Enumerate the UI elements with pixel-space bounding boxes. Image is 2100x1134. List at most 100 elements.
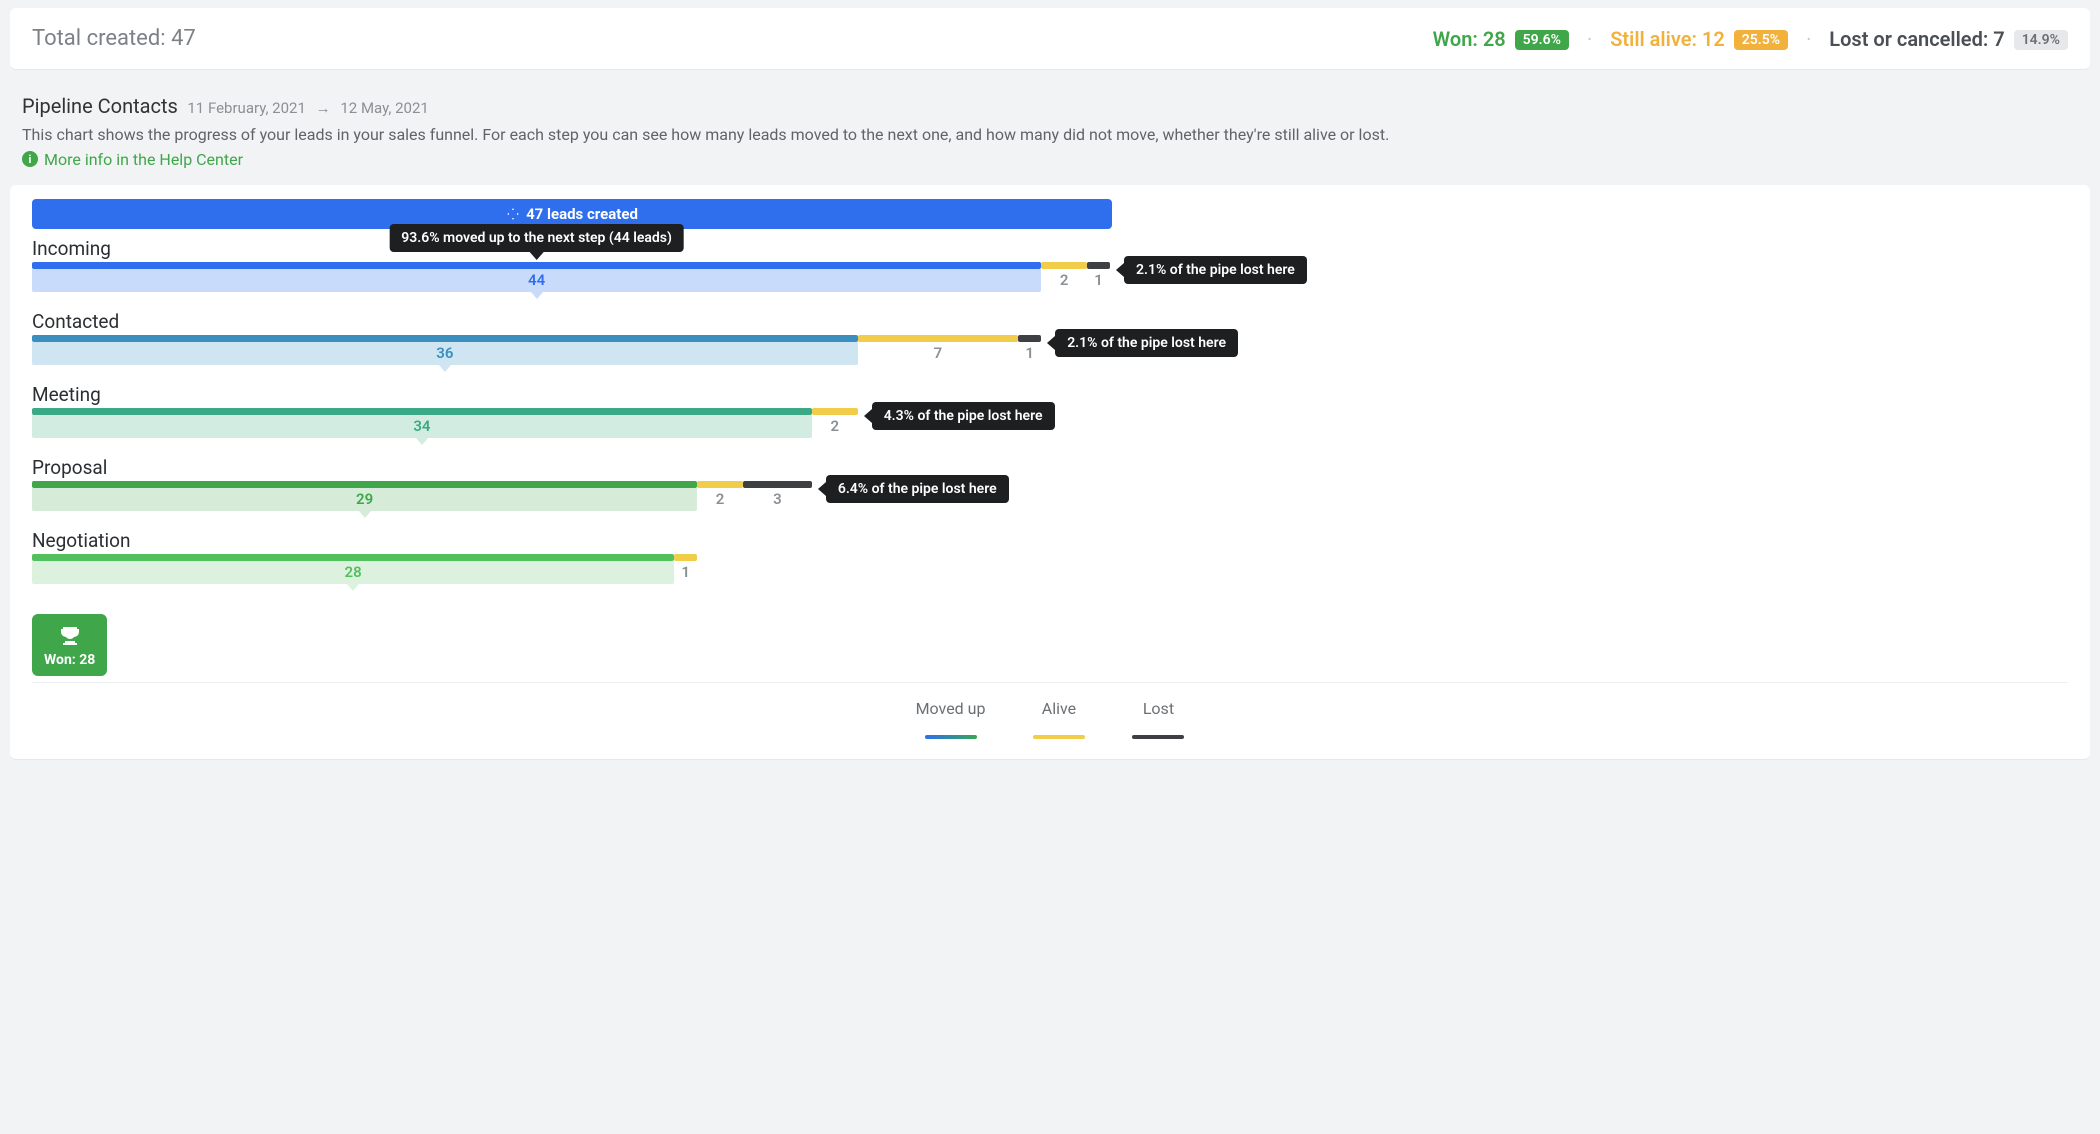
stage-bars: 442193.6% moved up to the next step (44 …: [32, 262, 1112, 302]
bar-alive-top[interactable]: [1041, 262, 1087, 269]
chart-header: Pipeline Contacts 11 February, 2021 → 12…: [0, 78, 2100, 177]
summary-won: Won: 28 59.6%: [1433, 27, 1569, 51]
bar-moved-value: 44: [528, 271, 545, 289]
bar-lost-value: 1: [1025, 344, 1034, 362]
bar-lost[interactable]: 1: [1018, 342, 1041, 365]
info-icon: i: [22, 151, 38, 167]
lost-label: Lost or cancelled:: [1829, 27, 1988, 51]
separator-dot: ·: [1806, 27, 1811, 51]
bar-lost-top[interactable]: [1018, 335, 1041, 342]
alive-label: Still alive:: [1610, 27, 1697, 51]
separator-dot: ·: [1587, 27, 1592, 51]
summary-lost: Lost or cancelled: 7 14.9%: [1829, 27, 2068, 51]
funnel-stage: Incoming442193.6% moved up to the next s…: [32, 235, 1112, 302]
bar-lost-top[interactable]: [743, 481, 812, 488]
expand-icon: [506, 207, 520, 221]
date-range: 11 February, 2021 → 12 May, 2021: [187, 99, 428, 117]
stage-bars: 29236.4% of the pipe lost here: [32, 481, 1112, 521]
bar-lost-value: 1: [1094, 271, 1103, 289]
legend-line-icon: [925, 735, 977, 739]
funnel-chart: 47 leads created Incoming442193.6% moved…: [10, 185, 2090, 760]
stage-bars: 28 1: [32, 554, 1112, 594]
banner-text: 47 leads created: [526, 205, 638, 223]
lost-pct-badge: 14.9%: [2014, 30, 2068, 50]
bar-alive-top[interactable]: [812, 408, 858, 415]
connector-notch-icon: [531, 292, 543, 299]
bar-moved-top[interactable]: [32, 335, 858, 342]
bar-moved-value: 34: [413, 417, 430, 435]
bar-moved[interactable]: 44: [32, 269, 1041, 292]
bar-moved[interactable]: 34: [32, 415, 812, 438]
won-label: Won:: [1433, 27, 1478, 51]
bar-alive-value: 2: [1060, 271, 1069, 289]
chart-description: This chart shows the progress of your le…: [22, 124, 2078, 146]
bar-moved[interactable]: 29: [32, 488, 697, 511]
legend-moved-up[interactable]: Moved up: [916, 697, 986, 739]
funnel-stage: Meeting3424.3% of the pipe lost here: [32, 381, 1112, 448]
trophy-icon: [58, 624, 82, 648]
bar-alive-value: 7: [934, 344, 943, 362]
bar-alive[interactable]: 7: [858, 342, 1019, 365]
bar-lost[interactable]: 3: [743, 488, 812, 511]
bar-alive-value: 2: [716, 490, 725, 508]
bar-alive-top[interactable]: [858, 335, 1019, 342]
legend-lost[interactable]: Lost: [1132, 697, 1184, 739]
bar-moved[interactable]: 28: [32, 561, 674, 584]
stage-bars: 36712.1% of the pipe lost here: [32, 335, 1112, 375]
legend-line-icon: [1033, 735, 1085, 739]
lost-tooltip: 2.1% of the pipe lost here: [1055, 329, 1238, 357]
date-to: 12 May, 2021: [340, 99, 428, 117]
bar-moved-top[interactable]: [32, 262, 1041, 269]
stage-bars: 3424.3% of the pipe lost here: [32, 408, 1112, 448]
bar-moved-top[interactable]: [32, 481, 697, 488]
bar-alive[interactable]: 2: [812, 415, 858, 438]
connector-notch-icon: [347, 584, 359, 591]
bar-alive-value: 1: [681, 563, 690, 581]
bar-alive[interactable]: 2: [697, 488, 743, 511]
funnel-stage: Proposal29236.4% of the pipe lost here: [32, 454, 1112, 521]
summary-alive: Still alive: 12 25.5%: [1610, 27, 1788, 51]
stages-container: Incoming442193.6% moved up to the next s…: [32, 235, 1112, 594]
lost-tooltip: 2.1% of the pipe lost here: [1124, 256, 1307, 284]
bar-moved[interactable]: 36: [32, 342, 858, 365]
bar-moved-value: 36: [436, 344, 453, 362]
won-pct-badge: 59.6%: [1515, 30, 1569, 50]
bar-lost-value: 3: [773, 490, 782, 508]
date-from: 11 February, 2021: [187, 99, 306, 117]
total-created: Total created: 47: [32, 26, 196, 51]
connector-notch-icon: [359, 511, 371, 518]
connector-notch-icon: [439, 365, 451, 372]
legend-line-icon: [1132, 735, 1184, 739]
bar-moved-value: 29: [356, 490, 373, 508]
bar-alive[interactable]: 2: [1041, 269, 1087, 292]
stage-name: Contacted: [32, 308, 1112, 335]
connector-notch-icon: [416, 438, 428, 445]
chart-legend: Moved up Alive Lost: [32, 682, 2068, 749]
won-result-badge: Won: 28: [32, 614, 107, 676]
lost-value: 7: [1993, 27, 2004, 51]
legend-alive[interactable]: Alive: [1033, 697, 1085, 739]
alive-value: 12: [1702, 27, 1725, 51]
help-center-link[interactable]: i More info in the Help Center: [22, 150, 243, 169]
bar-alive-top[interactable]: [674, 554, 697, 561]
help-link-text: More info in the Help Center: [44, 150, 243, 169]
moved-tooltip: 93.6% moved up to the next step (44 lead…: [389, 224, 684, 252]
lost-tooltip: 4.3% of the pipe lost here: [872, 402, 1055, 430]
bar-moved-top[interactable]: [32, 554, 674, 561]
bar-alive-top[interactable]: [697, 481, 743, 488]
bar-lost[interactable]: 1: [1087, 269, 1110, 292]
stage-name: Negotiation: [32, 527, 1112, 554]
alive-pct-badge: 25.5%: [1734, 30, 1788, 50]
lost-tooltip: 6.4% of the pipe lost here: [826, 475, 1009, 503]
arrow-right-icon: →: [316, 99, 331, 117]
bar-alive[interactable]: 1: [674, 561, 697, 584]
summary-stats: Won: 28 59.6% · Still alive: 12 25.5% · …: [1433, 27, 2068, 51]
bar-lost-top[interactable]: [1087, 262, 1110, 269]
bar-moved-top[interactable]: [32, 408, 812, 415]
won-value: 28: [1483, 27, 1506, 51]
funnel-stage: Negotiation 28 1: [32, 527, 1112, 594]
chart-title: Pipeline Contacts: [22, 94, 178, 118]
bar-moved-value: 28: [345, 563, 362, 581]
bar-alive-value: 2: [830, 417, 839, 435]
funnel-stage: Contacted36712.1% of the pipe lost here: [32, 308, 1112, 375]
